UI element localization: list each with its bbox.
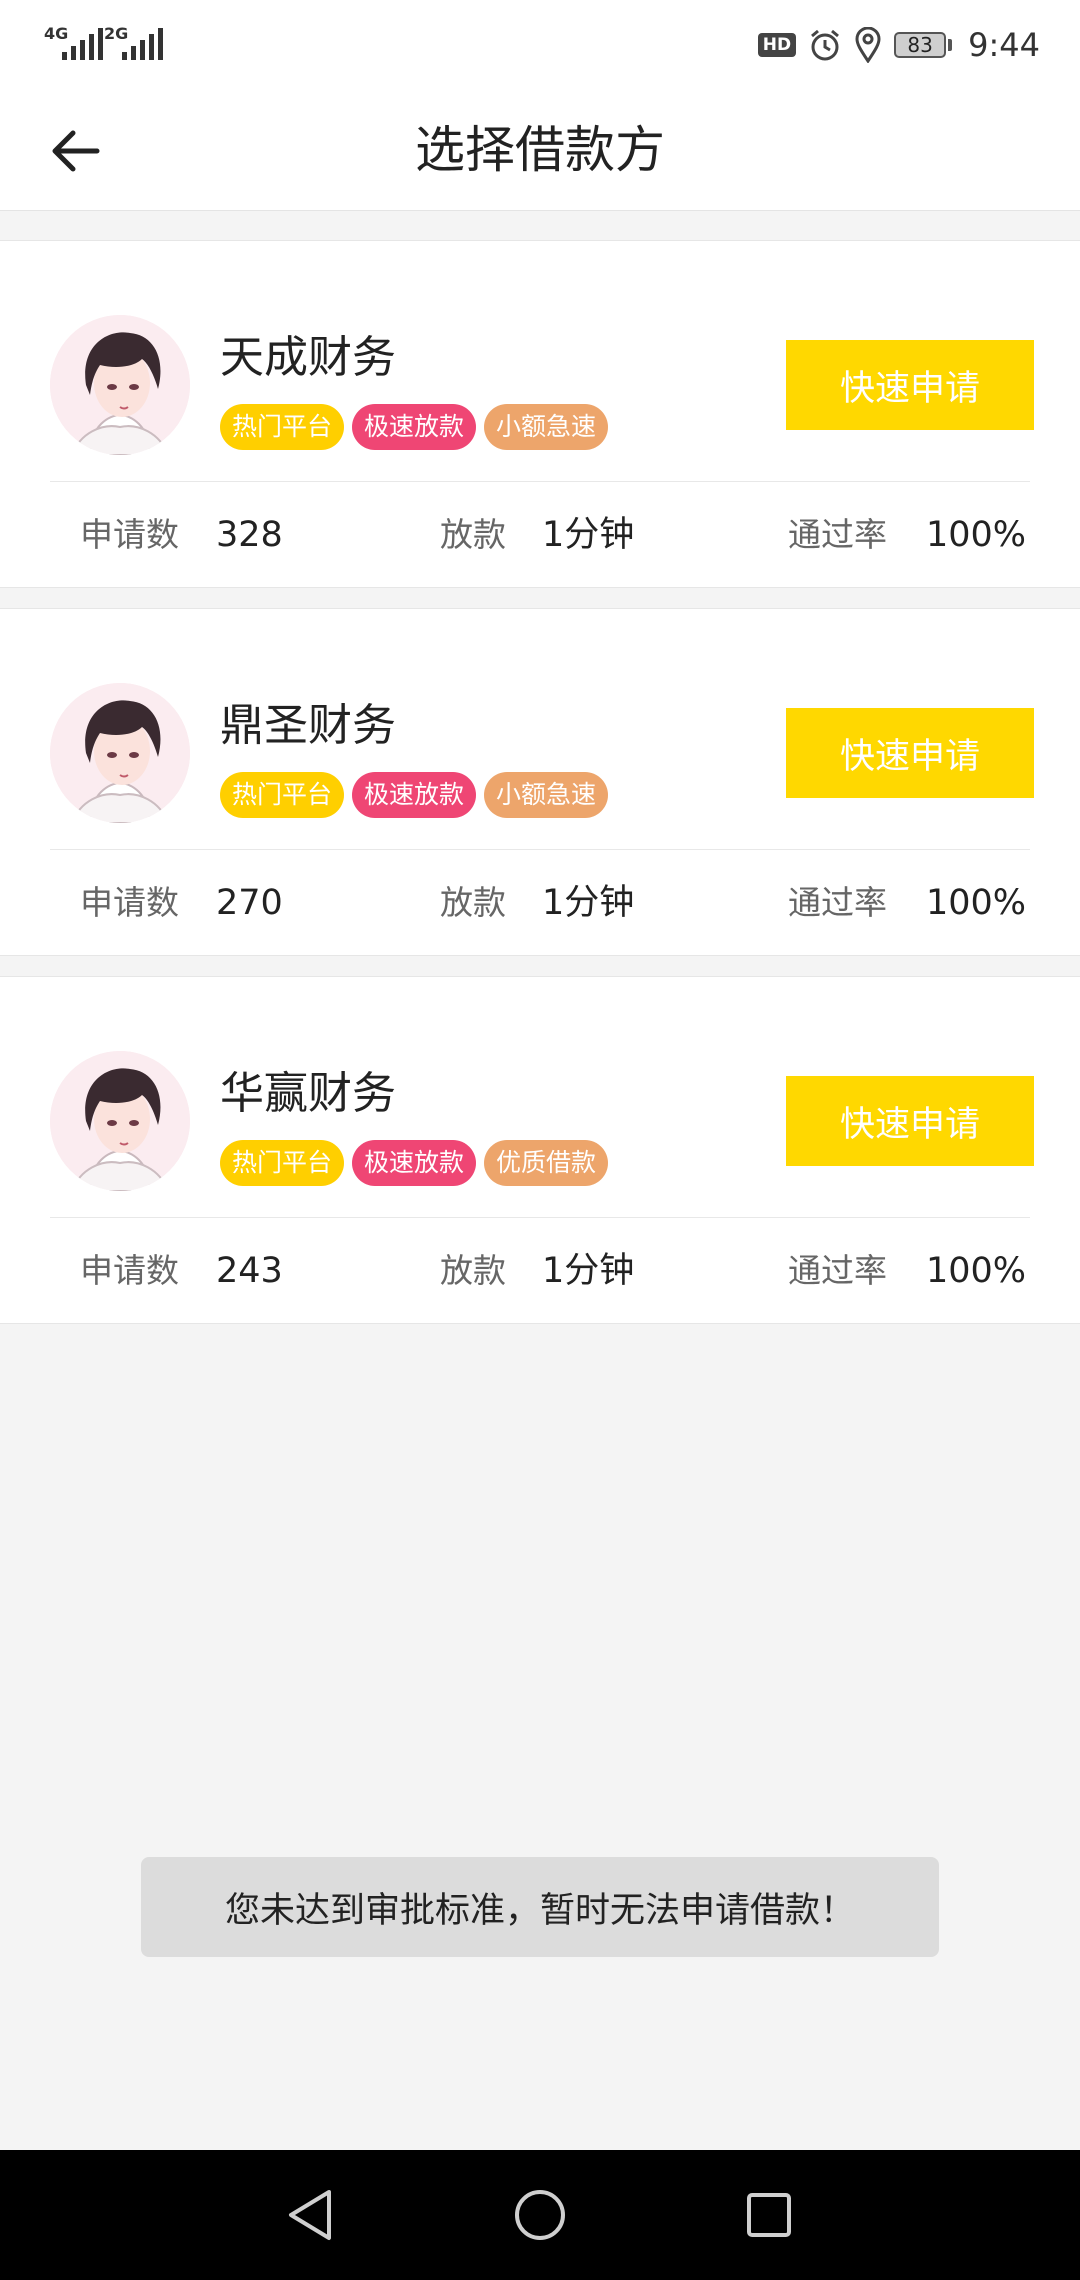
tag-badge: 小额急速 bbox=[484, 772, 609, 818]
quick-apply-button[interactable]: 快速申请 bbox=[786, 340, 1034, 430]
nav-back-button[interactable] bbox=[250, 2150, 370, 2280]
nav-home-button[interactable] bbox=[480, 2150, 600, 2280]
tag-badge: 热门平台 bbox=[220, 404, 345, 450]
page-title: 选择借款方 bbox=[415, 121, 665, 179]
avatar bbox=[50, 315, 190, 455]
disburse-label: 放款 bbox=[440, 1251, 506, 1290]
lender-stats: 申请数 328 放款 1分钟 通过率 100% bbox=[0, 482, 1080, 588]
disburse-value: 1分钟 bbox=[542, 515, 635, 555]
network-type-label: 2G bbox=[104, 24, 129, 43]
square-recents-icon bbox=[747, 2193, 791, 2237]
toast-message: 您未达到审批标准，暂时无法申请借款！ bbox=[141, 1857, 939, 1957]
lender-card[interactable]: 华赢财务 热门平台 极速放款 优质借款 快速申请 申请数 243 放款 1分钟 通过… bbox=[0, 976, 1080, 1324]
quick-apply-button[interactable]: 快速申请 bbox=[786, 1076, 1034, 1166]
tag-badge: 极速放款 bbox=[352, 404, 477, 450]
app-header: 选择借款方 bbox=[0, 90, 1080, 211]
applications-value: 270 bbox=[216, 883, 283, 923]
tag-badge: 热门平台 bbox=[220, 772, 345, 818]
nav-recents-button[interactable] bbox=[709, 2150, 829, 2280]
network-type-label: 4G bbox=[44, 24, 69, 43]
status-bar: 4G 2G HD 83 9:44 bbox=[0, 0, 1080, 90]
applications-label: 申请数 bbox=[80, 883, 179, 922]
status-time: 9:44 bbox=[968, 26, 1040, 64]
lender-stats: 申请数 243 放款 1分钟 通过率 100% bbox=[0, 1218, 1080, 1324]
tag-badge: 小额急速 bbox=[484, 404, 609, 450]
pass-rate-value: 100% bbox=[926, 883, 1027, 923]
tag-badge: 极速放款 bbox=[352, 772, 477, 818]
tag-badge: 优质借款 bbox=[484, 1140, 609, 1186]
applications-value: 243 bbox=[216, 1251, 283, 1291]
disburse-value: 1分钟 bbox=[542, 883, 635, 923]
pass-rate-label: 通过率 bbox=[788, 883, 887, 922]
disburse-label: 放款 bbox=[440, 883, 506, 922]
signal-4g-icon: 4G bbox=[44, 24, 103, 60]
signal-2g-icon: 2G bbox=[104, 24, 163, 60]
quick-apply-button[interactable]: 快速申请 bbox=[786, 708, 1034, 798]
disburse-value: 1分钟 bbox=[542, 1251, 635, 1291]
lender-stats: 申请数 270 放款 1分钟 通过率 100% bbox=[0, 850, 1080, 956]
triangle-back-icon bbox=[289, 2190, 331, 2240]
lender-card[interactable]: 天成财务 热门平台 极速放款 小额急速 快速申请 申请数 328 放款 1分钟 通过… bbox=[0, 240, 1080, 588]
alarm-icon bbox=[811, 29, 840, 61]
tag-list: 热门平台 极速放款 优质借款 bbox=[220, 1140, 609, 1186]
circle-home-icon bbox=[515, 2190, 565, 2240]
system-nav-bar bbox=[0, 2150, 1080, 2280]
location-icon bbox=[855, 27, 881, 63]
avatar bbox=[50, 1051, 190, 1191]
hd-icon: HD bbox=[757, 33, 797, 57]
pass-rate-label: 通过率 bbox=[788, 515, 887, 554]
disburse-label: 放款 bbox=[440, 515, 506, 554]
avatar-illustration-icon bbox=[50, 683, 190, 823]
tag-list: 热门平台 极速放款 小额急速 bbox=[220, 404, 609, 450]
avatar-illustration-icon bbox=[50, 315, 190, 455]
lender-name: 天成财务 bbox=[220, 332, 396, 383]
avatar-illustration-icon bbox=[50, 1051, 190, 1191]
applications-label: 申请数 bbox=[80, 1251, 179, 1290]
tag-badge: 热门平台 bbox=[220, 1140, 345, 1186]
applications-value: 328 bbox=[216, 515, 283, 555]
pass-rate-label: 通过率 bbox=[788, 1251, 887, 1290]
pass-rate-value: 100% bbox=[926, 515, 1027, 555]
applications-label: 申请数 bbox=[80, 515, 179, 554]
lender-card[interactable]: 鼎圣财务 热门平台 极速放款 小额急速 快速申请 申请数 270 放款 1分钟 通过… bbox=[0, 608, 1080, 956]
lender-name: 鼎圣财务 bbox=[220, 700, 396, 751]
battery-level: 83 bbox=[894, 32, 947, 58]
battery-icon: 83 bbox=[894, 32, 953, 58]
tag-badge: 极速放款 bbox=[352, 1140, 477, 1186]
tag-list: 热门平台 极速放款 小额急速 bbox=[220, 772, 609, 818]
lender-name: 华赢财务 bbox=[220, 1068, 396, 1119]
pass-rate-value: 100% bbox=[926, 1251, 1027, 1291]
avatar bbox=[50, 683, 190, 823]
